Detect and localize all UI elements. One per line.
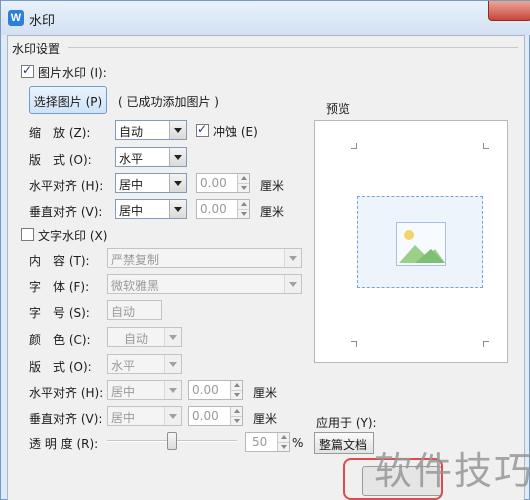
close-button[interactable]: [488, 1, 530, 21]
chevron-down-icon: [164, 381, 181, 399]
scale-select[interactable]: 自动: [115, 120, 187, 140]
chevron-down-icon: [169, 200, 186, 218]
scale-label: 缩 放 (Z):: [29, 126, 91, 140]
text-v-offset-stepper[interactable]: 0.00: [188, 406, 243, 426]
apply-to-select[interactable]: 整篇文档: [314, 432, 374, 454]
chevron-down-icon: [164, 407, 181, 425]
stepper-down-icon[interactable]: [230, 416, 242, 425]
transparency-unit: %: [292, 436, 304, 450]
chevron-down-icon: [164, 355, 181, 373]
group-divider: [68, 47, 518, 48]
text-layout-label: 版 式 (O):: [29, 360, 92, 374]
content-select[interactable]: 严禁复制: [107, 248, 302, 268]
image-v-offset-value: 0.00: [200, 202, 227, 216]
stepper-up-icon[interactable]: [230, 407, 242, 416]
transparency-stepper[interactable]: 50: [245, 432, 290, 452]
apply-to-value: 整篇文档: [319, 438, 368, 452]
text-v-unit: 厘米: [253, 412, 278, 426]
color-label: 颜 色 (C):: [29, 333, 91, 347]
image-v-offset-stepper[interactable]: 0.00: [196, 199, 250, 219]
apply-to-label: 应用于 (Y):: [316, 416, 377, 430]
text-v-align-value: 居中: [111, 411, 136, 425]
title-bar: W 水印: [1, 1, 530, 35]
page-corner-mark: [483, 143, 489, 149]
text-v-offset-value: 0.00: [192, 409, 219, 423]
group-title: 水印设置: [12, 42, 61, 56]
content-label: 内 容 (T):: [29, 254, 90, 268]
image-h-align-value: 居中: [119, 178, 144, 192]
preview-label: 预览: [326, 102, 351, 116]
image-v-align-select[interactable]: 居中: [115, 199, 187, 219]
text-watermark-label: 文字水印 (X): [38, 229, 108, 243]
scale-value: 自动: [119, 125, 144, 139]
washout-label: 冲蚀 (E): [213, 125, 258, 139]
text-layout-value: 水平: [111, 359, 136, 373]
image-v-unit: 厘米: [260, 205, 285, 219]
image-v-align-label: 垂直对齐 (V):: [29, 205, 103, 219]
washout-checkbox[interactable]: [196, 122, 209, 137]
image-h-offset-value: 0.00: [200, 176, 227, 190]
page-corner-mark: [483, 341, 489, 347]
text-layout-select[interactable]: 水平: [107, 354, 182, 374]
image-layout-value: 水平: [119, 152, 144, 166]
font-label: 字 体 (F):: [29, 280, 90, 294]
stepper-down-icon[interactable]: [277, 442, 289, 451]
stepper-up-icon[interactable]: [237, 174, 249, 183]
select-image-button[interactable]: 选择图片 (P): [29, 86, 107, 114]
transparency-label: 透 明 度 (R):: [29, 437, 99, 451]
size-select[interactable]: 自动: [107, 300, 162, 320]
text-watermark-checkbox[interactable]: [21, 228, 34, 241]
image-added-status: ( 已成功添加图片 ): [118, 95, 219, 109]
stepper-down-icon[interactable]: [230, 390, 242, 399]
image-h-unit: 厘米: [260, 179, 285, 193]
chevron-down-icon: [284, 249, 301, 267]
text-h-offset-value: 0.00: [192, 383, 219, 397]
overlay-watermark: 软件技巧: [374, 449, 530, 493]
chevron-down-icon: [284, 275, 301, 293]
stepper-up-icon[interactable]: [230, 381, 242, 390]
size-label: 字 号 (S):: [29, 306, 90, 320]
page-corner-mark: [351, 143, 357, 149]
text-h-align-value: 居中: [111, 385, 136, 399]
font-value: 微软雅黑: [111, 279, 160, 293]
select-image-button-label: 选择图片 (P): [33, 95, 103, 109]
image-layout-select[interactable]: 水平: [115, 147, 187, 167]
text-h-align-select[interactable]: 居中: [107, 380, 182, 400]
chevron-down-icon: [169, 148, 186, 166]
preview-panel: [314, 120, 508, 363]
text-v-align-label: 垂直对齐 (V):: [29, 412, 103, 426]
window-title: 水印: [29, 14, 56, 29]
watermark-preview-area: [357, 196, 483, 288]
text-h-align-label: 水平对齐 (H):: [29, 386, 104, 400]
chevron-down-icon: [169, 121, 186, 139]
image-layout-label: 版 式 (O):: [29, 153, 92, 167]
color-select[interactable]: 自动: [107, 327, 182, 347]
transparency-slider-thumb[interactable]: [167, 432, 177, 450]
size-value: 自动: [111, 305, 136, 319]
image-placeholder-icon: [396, 222, 446, 266]
chevron-down-icon: [164, 328, 181, 346]
font-select[interactable]: 微软雅黑: [107, 274, 302, 294]
image-h-offset-stepper[interactable]: 0.00: [196, 173, 250, 193]
image-watermark-label: 图片水印 (I):: [38, 66, 107, 80]
text-v-align-select[interactable]: 居中: [107, 406, 182, 426]
wps-app-icon: W: [8, 10, 24, 26]
stepper-down-icon[interactable]: [237, 209, 249, 218]
stepper-up-icon[interactable]: [237, 200, 249, 209]
stepper-up-icon[interactable]: [277, 433, 289, 442]
image-h-align-select[interactable]: 居中: [115, 173, 187, 193]
image-watermark-checkbox[interactable]: [21, 63, 34, 78]
content-value: 严禁复制: [111, 253, 160, 267]
page-corner-mark: [351, 341, 357, 347]
chevron-down-icon: [169, 174, 186, 192]
stepper-down-icon[interactable]: [237, 183, 249, 192]
text-h-offset-stepper[interactable]: 0.00: [188, 380, 243, 400]
transparency-value: 50: [252, 435, 268, 449]
color-value: 自动: [124, 332, 149, 346]
image-h-align-label: 水平对齐 (H):: [29, 179, 104, 193]
image-v-align-value: 居中: [119, 204, 144, 218]
text-h-unit: 厘米: [253, 386, 278, 400]
